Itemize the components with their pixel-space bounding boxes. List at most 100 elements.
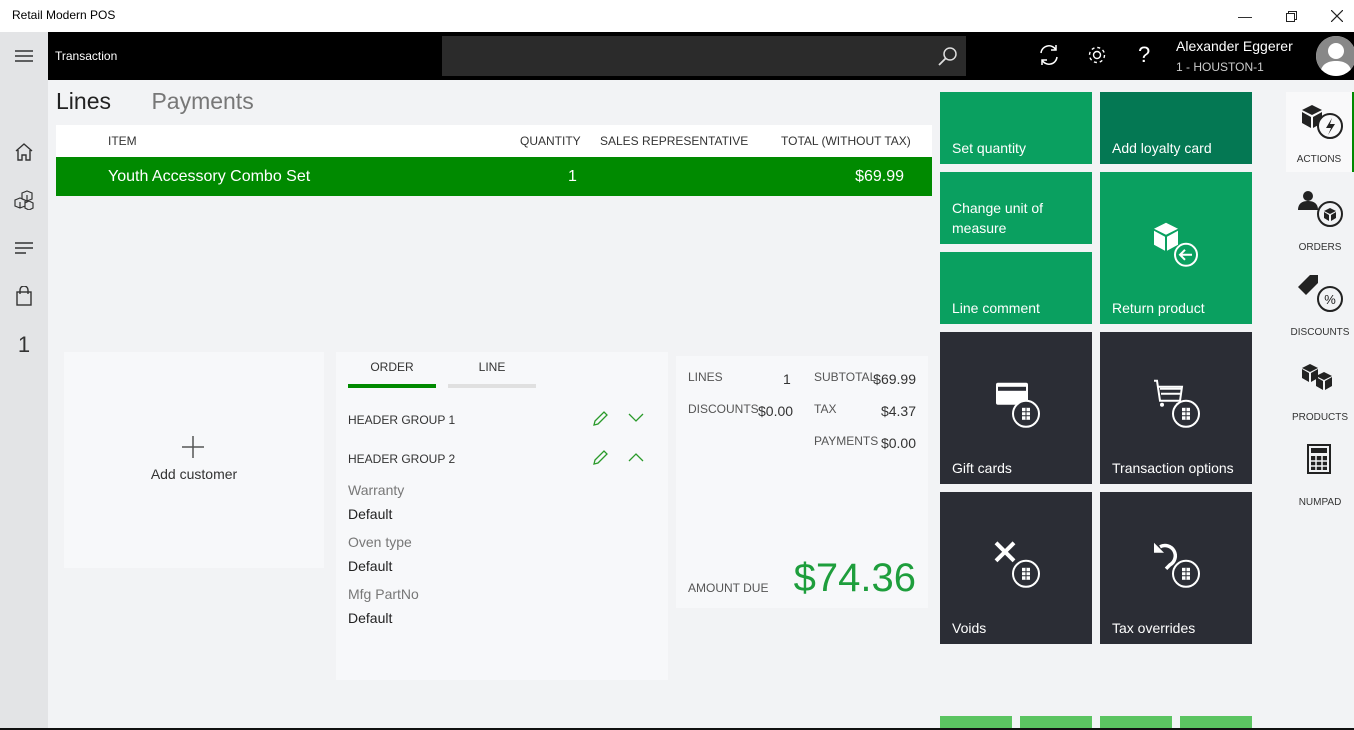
set-quantity-tile[interactable]: Set quantity [940,92,1092,164]
pane-numpad[interactable]: NUMPAD [1286,435,1354,515]
close-icon [1331,10,1343,22]
nav-list[interactable] [0,228,48,268]
attribute-label: Oven type [348,534,412,550]
line-comment-tile[interactable]: Line comment [940,252,1092,324]
menu-button[interactable] [0,36,48,76]
add-loyalty-card-tile[interactable]: Add loyalty card [1100,92,1252,164]
menu-icon [15,50,33,62]
tab-line-indicator [448,384,536,388]
search-input[interactable] [442,36,922,76]
nav-number[interactable]: 1 [0,325,48,365]
nav-home[interactable] [0,132,48,172]
user-info[interactable]: Alexander Eggerer 1 - HOUSTON-1 [1176,38,1293,74]
change-unit-of-measure-tile[interactable]: Change unit of measure [940,172,1092,244]
header-group-1-label: HEADER GROUP 1 [348,413,456,427]
pencil-icon[interactable] [592,450,608,466]
pencil-icon[interactable] [592,411,608,427]
avatar[interactable] [1316,36,1354,76]
col-item[interactable]: ITEM [108,134,137,148]
voids-tile[interactable]: Voids [940,492,1092,644]
restore-button[interactable] [1268,0,1314,32]
settings-icon[interactable] [1086,44,1108,66]
nav-products[interactable] [0,180,48,220]
tab-line-label: LINE [478,360,506,374]
pane-label: PRODUCTS [1291,412,1349,423]
amount-due-label: AMOUNT DUE [688,581,769,595]
numpad-icon [1307,444,1331,474]
tile-label: Change unit of measure [952,200,1044,236]
table-row[interactable]: Youth Accessory Combo Set 1 $69.99 [56,157,932,196]
minimize-icon: — [1238,8,1252,24]
search-box [442,36,966,76]
gift-cards-tile[interactable]: Gift cards [940,332,1092,484]
main-tabs: Lines Payments [56,88,290,115]
payments-value: $0.00 [880,435,916,451]
row-total: $69.99 [855,168,904,185]
attribute-value[interactable]: Default [348,506,392,522]
restore-icon [1285,10,1297,22]
transaction-options-tile[interactable]: Transaction options [1100,332,1252,484]
header-group-2-label: HEADER GROUP 2 [348,452,456,466]
close-button[interactable] [1314,0,1354,32]
col-sales-rep[interactable]: SALES REPRESENTATIVE [600,134,748,148]
tax-label: TAX [814,402,837,416]
discounts-icon: % [1298,275,1343,312]
lines-value: 1 [783,371,791,387]
title-bar: Retail Modern POS — [0,0,1354,32]
pane-discounts[interactable]: % DISCOUNTS [1286,265,1354,345]
pane-label: ACTIONS [1296,154,1342,165]
bag-icon [16,286,32,306]
tab-order-label: ORDER [370,360,414,374]
pane-label: NUMPAD [1298,497,1342,508]
minimize-button[interactable]: — [1222,0,1268,32]
attribute-label: Mfg PartNo [348,586,419,602]
chevron-up-icon[interactable] [628,452,644,462]
actions-icon [1302,105,1343,139]
col-total[interactable]: TOTAL (WITHOUT TAX) [781,134,911,148]
attribute-value[interactable]: Default [348,558,392,574]
tab-order-indicator [348,384,436,388]
plus-icon [182,436,204,458]
pane-actions[interactable]: ACTIONS [1286,92,1354,172]
header-group-1[interactable]: HEADER GROUP 1 [348,411,648,427]
tile-label: Gift cards [952,460,1012,476]
list-icon [15,242,33,254]
grid-empty-area [56,196,932,323]
nav-bag[interactable] [0,276,48,316]
discounts-label: DISCOUNTS [688,402,759,416]
tab-order[interactable]: ORDER [348,360,436,388]
discounts-value: $0.00 [758,403,794,419]
gift-card-icon [996,382,1040,428]
lines-label: LINES [688,370,723,384]
tile-label: Transaction options [1112,460,1234,476]
tax-overrides-tile[interactable]: Tax overrides [1100,492,1252,644]
pane-orders[interactable]: ORDERS [1286,180,1354,260]
tax-value: $4.37 [880,403,916,419]
search-icon[interactable] [938,46,958,66]
lines-grid: ITEM QUANTITY SALES REPRESENTATIVE TOTAL… [56,125,932,323]
return-product-icon [1154,222,1198,267]
left-nav: 1 [0,32,48,730]
tab-line[interactable]: LINE [448,360,536,388]
tab-lines[interactable]: Lines [56,88,111,114]
user-name: Alexander Eggerer [1176,38,1293,54]
tile-label: Return product [1112,300,1205,316]
app-title: Retail Modern POS [12,8,116,22]
chevron-down-icon[interactable] [628,413,644,423]
pane-products[interactable]: PRODUCTS [1286,350,1354,430]
col-quantity[interactable]: QUANTITY [520,134,581,148]
header-group-2[interactable]: HEADER GROUP 2 [348,450,648,466]
tab-payments[interactable]: Payments [151,88,253,114]
row-item: Youth Accessory Combo Set [108,168,311,185]
pane-label: DISCOUNTS [1290,327,1350,338]
help-icon[interactable]: ? [1138,42,1150,68]
page-title: Transaction [55,49,118,63]
products-icon [1302,364,1332,390]
return-product-tile[interactable]: Return product [1100,172,1252,324]
sync-icon[interactable] [1038,44,1060,66]
attribute-value[interactable]: Default [348,610,392,626]
subtotal-label: SUBTOTAL [814,370,877,384]
totals-panel: LINES 1 DISCOUNTS $0.00 SUBTOTAL $69.99 … [676,356,928,608]
add-customer-button[interactable]: Add customer [64,352,324,568]
order-details-panel: ORDER LINE HEADER GROUP 1 HEADER GROUP 2… [336,352,668,680]
